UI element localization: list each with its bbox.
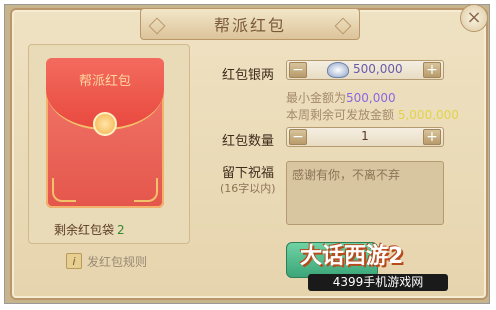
envelope-corner-ornament: [134, 178, 158, 202]
weekly-remaining-hint: 本周剩余可发放金额 5,000,000: [286, 106, 459, 123]
silver-label: 红包银两: [222, 68, 275, 83]
quantity-label: 红包数量: [222, 134, 275, 149]
coin-icon: [93, 112, 117, 136]
rules-label: 发红包规则: [87, 254, 148, 269]
weekly-remaining-text: 本周剩余可发放金额: [286, 108, 395, 122]
remaining-label: 剩余红包袋: [54, 223, 115, 237]
red-envelope-image: 帮派红包: [46, 58, 164, 208]
silver-value: 500,000: [353, 62, 403, 76]
blessing-label: 留下祝福: [222, 166, 275, 181]
envelope-corner-ornament: [52, 178, 76, 202]
silver-plus-button[interactable]: +: [423, 62, 441, 78]
rules-link[interactable]: i 发红包规则: [66, 251, 147, 271]
dialog-title: 帮派红包: [213, 16, 286, 35]
quantity-plus-button[interactable]: +: [423, 129, 441, 145]
silver-stepper[interactable]: − 500,000 +: [286, 60, 444, 80]
min-amount-hint: 最小金额为500,000: [286, 89, 396, 106]
min-amount-value: 500,000: [346, 91, 396, 105]
title-ornament-left: [148, 17, 166, 35]
silver-ingot-icon: [327, 62, 349, 78]
watermark-strip: 4399手机游戏网: [308, 274, 448, 291]
title-ornament-right: [334, 17, 352, 35]
blessing-sublabel: (16字以内): [220, 182, 276, 195]
remaining-envelopes: 剩余红包袋 2: [54, 221, 125, 238]
info-icon: i: [66, 253, 82, 269]
quantity-stepper[interactable]: − 1 +: [286, 127, 444, 147]
watermark-title: 大话西游2: [300, 244, 404, 269]
silver-minus-button[interactable]: −: [289, 62, 307, 78]
quantity-minus-button[interactable]: −: [289, 129, 307, 145]
watermark-logo: 大话西游2 4399手机游戏网: [286, 238, 468, 296]
weekly-remaining-value: 5,000,000: [397, 108, 459, 122]
min-amount-text: 最小金额为: [286, 91, 347, 105]
quantity-value: 1: [361, 129, 369, 143]
close-button[interactable]: ×: [460, 4, 488, 32]
envelope-label: 帮派红包: [78, 74, 131, 89]
close-icon: ×: [466, 7, 482, 28]
dialog-title-bar: 帮派红包: [140, 8, 360, 40]
remaining-count: 2: [117, 223, 125, 237]
blessing-input[interactable]: 感谢有你，不离不弃: [286, 161, 444, 225]
